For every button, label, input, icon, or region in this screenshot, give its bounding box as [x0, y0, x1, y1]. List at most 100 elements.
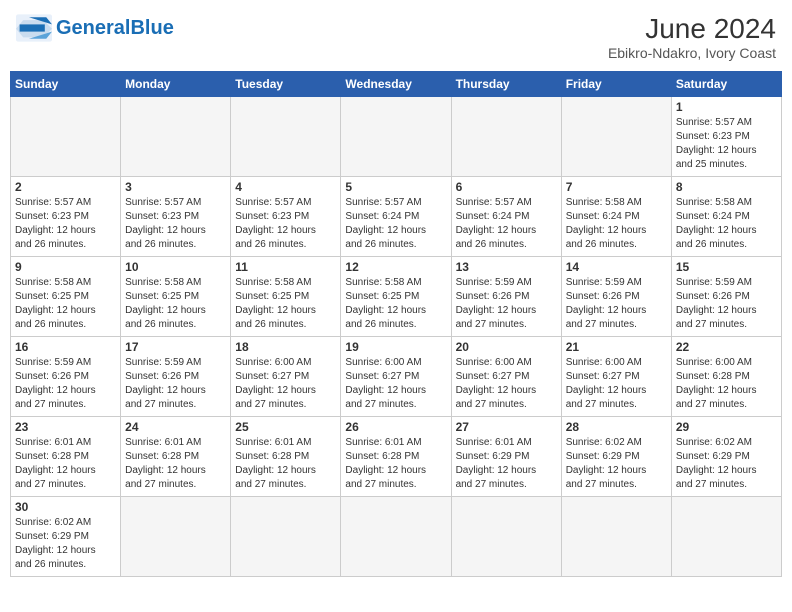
calendar-week-row: 16 Sunrise: 5:59 AM Sunset: 6:26 PM Dayli… [11, 336, 782, 416]
day-number: 15 [676, 260, 777, 274]
day-number: 2 [15, 180, 116, 194]
calendar-day-cell [231, 496, 341, 576]
calendar-day-cell [121, 496, 231, 576]
day-number: 9 [15, 260, 116, 274]
day-info: Sunrise: 5:57 AM Sunset: 6:24 PM Dayligh… [456, 196, 557, 252]
weekday-header-wednesday: Wednesday [341, 71, 451, 96]
day-number: 8 [676, 180, 777, 194]
weekday-header-friday: Friday [561, 71, 671, 96]
calendar-day-cell: 15 Sunrise: 5:59 AM Sunset: 6:26 PM Dayli… [671, 256, 781, 336]
day-number: 18 [235, 340, 336, 354]
calendar-day-cell: 12 Sunrise: 5:58 AM Sunset: 6:25 PM Dayli… [341, 256, 451, 336]
weekday-header-sunday: Sunday [11, 71, 121, 96]
day-info: Sunrise: 6:00 AM Sunset: 6:27 PM Dayligh… [235, 356, 336, 412]
day-number: 12 [345, 260, 446, 274]
header: GeneralBlue June 2024 Ebikro-Ndakro, Ivo… [10, 10, 782, 65]
day-info: Sunrise: 5:59 AM Sunset: 6:26 PM Dayligh… [125, 356, 226, 412]
day-number: 20 [456, 340, 557, 354]
calendar-day-cell: 5 Sunrise: 5:57 AM Sunset: 6:24 PM Daylig… [341, 176, 451, 256]
calendar-day-cell: 14 Sunrise: 5:59 AM Sunset: 6:26 PM Dayli… [561, 256, 671, 336]
day-info: Sunrise: 5:59 AM Sunset: 6:26 PM Dayligh… [676, 276, 777, 332]
day-number: 26 [345, 420, 446, 434]
calendar-day-cell: 19 Sunrise: 6:00 AM Sunset: 6:27 PM Dayli… [341, 336, 451, 416]
calendar-day-cell: 2 Sunrise: 5:57 AM Sunset: 6:23 PM Daylig… [11, 176, 121, 256]
calendar-day-cell: 16Sunrise: 5:59 AM Sunset: 6:26 PM Dayli… [11, 336, 121, 416]
day-number: 29 [676, 420, 777, 434]
calendar-day-cell: 1 Sunrise: 5:57 AM Sunset: 6:23 PM Daylig… [671, 96, 781, 176]
day-info: Sunrise: 6:00 AM Sunset: 6:28 PM Dayligh… [676, 356, 777, 412]
calendar-day-cell [671, 496, 781, 576]
calendar-day-cell: 11 Sunrise: 5:58 AM Sunset: 6:25 PM Dayli… [231, 256, 341, 336]
calendar-day-cell [11, 96, 121, 176]
calendar-day-cell: 18 Sunrise: 6:00 AM Sunset: 6:27 PM Dayli… [231, 336, 341, 416]
calendar-week-row: 23 Sunrise: 6:01 AM Sunset: 6:28 PM Dayli… [11, 416, 782, 496]
weekday-header-row: SundayMondayTuesdayWednesdayThursdayFrid… [11, 71, 782, 96]
day-info: Sunrise: 6:01 AM Sunset: 6:29 PM Dayligh… [456, 436, 557, 492]
calendar-day-cell: 29 Sunrise: 6:02 AM Sunset: 6:29 PM Dayli… [671, 416, 781, 496]
day-number: 30 [15, 500, 116, 514]
day-number: 11 [235, 260, 336, 274]
calendar-day-cell: 28 Sunrise: 6:02 AM Sunset: 6:29 PM Dayli… [561, 416, 671, 496]
day-number: 24 [125, 420, 226, 434]
calendar-day-cell [341, 96, 451, 176]
logo-blue: Blue [130, 17, 173, 39]
day-info: Sunrise: 5:57 AM Sunset: 6:23 PM Dayligh… [125, 196, 226, 252]
calendar-subtitle: Ebikro-Ndakro, Ivory Coast [608, 45, 776, 61]
day-number: 23 [15, 420, 116, 434]
calendar-day-cell: 9Sunrise: 5:58 AM Sunset: 6:25 PM Daylig… [11, 256, 121, 336]
calendar-day-cell [561, 96, 671, 176]
weekday-header-monday: Monday [121, 71, 231, 96]
calendar-week-row: 9 Sunrise: 5:58 AM Sunset: 6:25 PM Daylig… [11, 256, 782, 336]
day-number: 4 [235, 180, 336, 194]
calendar-week-row: 30 Sunrise: 6:02 AM Sunset: 6:29 PM Dayli… [11, 496, 782, 576]
calendar-day-cell: 25 Sunrise: 6:01 AM Sunset: 6:28 PM Dayli… [231, 416, 341, 496]
day-number: 21 [566, 340, 667, 354]
weekday-header-tuesday: Tuesday [231, 71, 341, 96]
day-info: Sunrise: 5:57 AM Sunset: 6:23 PM Dayligh… [15, 196, 116, 252]
calendar-day-cell: 10Sunrise: 5:58 AM Sunset: 6:25 PM Dayli… [121, 256, 231, 336]
day-number: 7 [566, 180, 667, 194]
calendar-day-cell: 7Sunrise: 5:58 AM Sunset: 6:24 PM Daylig… [561, 176, 671, 256]
calendar-week-row: 2 Sunrise: 5:57 AM Sunset: 6:23 PM Daylig… [11, 176, 782, 256]
day-info: Sunrise: 5:58 AM Sunset: 6:24 PM Dayligh… [676, 196, 777, 252]
day-info: Sunrise: 5:59 AM Sunset: 6:26 PM Dayligh… [566, 276, 667, 332]
weekday-header-saturday: Saturday [671, 71, 781, 96]
general-blue-logo-icon [16, 14, 52, 42]
day-info: Sunrise: 5:57 AM Sunset: 6:24 PM Dayligh… [345, 196, 446, 252]
calendar-day-cell [231, 96, 341, 176]
day-info: Sunrise: 6:02 AM Sunset: 6:29 PM Dayligh… [15, 516, 116, 572]
day-number: 6 [456, 180, 557, 194]
day-info: Sunrise: 6:02 AM Sunset: 6:29 PM Dayligh… [676, 436, 777, 492]
calendar-day-cell: 27Sunrise: 6:01 AM Sunset: 6:29 PM Dayli… [451, 416, 561, 496]
logo-text: GeneralBlue [56, 18, 174, 38]
calendar-day-cell [341, 496, 451, 576]
day-info: Sunrise: 5:58 AM Sunset: 6:25 PM Dayligh… [345, 276, 446, 332]
logo: GeneralBlue [16, 14, 174, 42]
day-info: Sunrise: 6:00 AM Sunset: 6:27 PM Dayligh… [566, 356, 667, 412]
day-number: 16 [15, 340, 116, 354]
calendar-day-cell: 6 Sunrise: 5:57 AM Sunset: 6:24 PM Daylig… [451, 176, 561, 256]
calendar-day-cell [451, 96, 561, 176]
day-number: 3 [125, 180, 226, 194]
day-number: 19 [345, 340, 446, 354]
calendar-day-cell: 26Sunrise: 6:01 AM Sunset: 6:28 PM Dayli… [341, 416, 451, 496]
day-info: Sunrise: 5:57 AM Sunset: 6:23 PM Dayligh… [676, 116, 777, 172]
day-info: Sunrise: 6:00 AM Sunset: 6:27 PM Dayligh… [345, 356, 446, 412]
day-info: Sunrise: 6:01 AM Sunset: 6:28 PM Dayligh… [125, 436, 226, 492]
calendar-table: SundayMondayTuesdayWednesdayThursdayFrid… [10, 71, 782, 577]
calendar-day-cell: 3 Sunrise: 5:57 AM Sunset: 6:23 PM Daylig… [121, 176, 231, 256]
calendar-day-cell: 21 Sunrise: 6:00 AM Sunset: 6:27 PM Dayli… [561, 336, 671, 416]
day-info: Sunrise: 6:02 AM Sunset: 6:29 PM Dayligh… [566, 436, 667, 492]
day-info: Sunrise: 6:01 AM Sunset: 6:28 PM Dayligh… [235, 436, 336, 492]
day-number: 10 [125, 260, 226, 274]
day-info: Sunrise: 5:57 AM Sunset: 6:23 PM Dayligh… [235, 196, 336, 252]
logo-general: General [56, 17, 130, 39]
day-info: Sunrise: 5:58 AM Sunset: 6:25 PM Dayligh… [235, 276, 336, 332]
day-number: 17 [125, 340, 226, 354]
day-number: 28 [566, 420, 667, 434]
day-number: 25 [235, 420, 336, 434]
day-number: 5 [345, 180, 446, 194]
day-number: 14 [566, 260, 667, 274]
calendar-week-row: 1 Sunrise: 5:57 AM Sunset: 6:23 PM Daylig… [11, 96, 782, 176]
day-number: 1 [676, 100, 777, 114]
